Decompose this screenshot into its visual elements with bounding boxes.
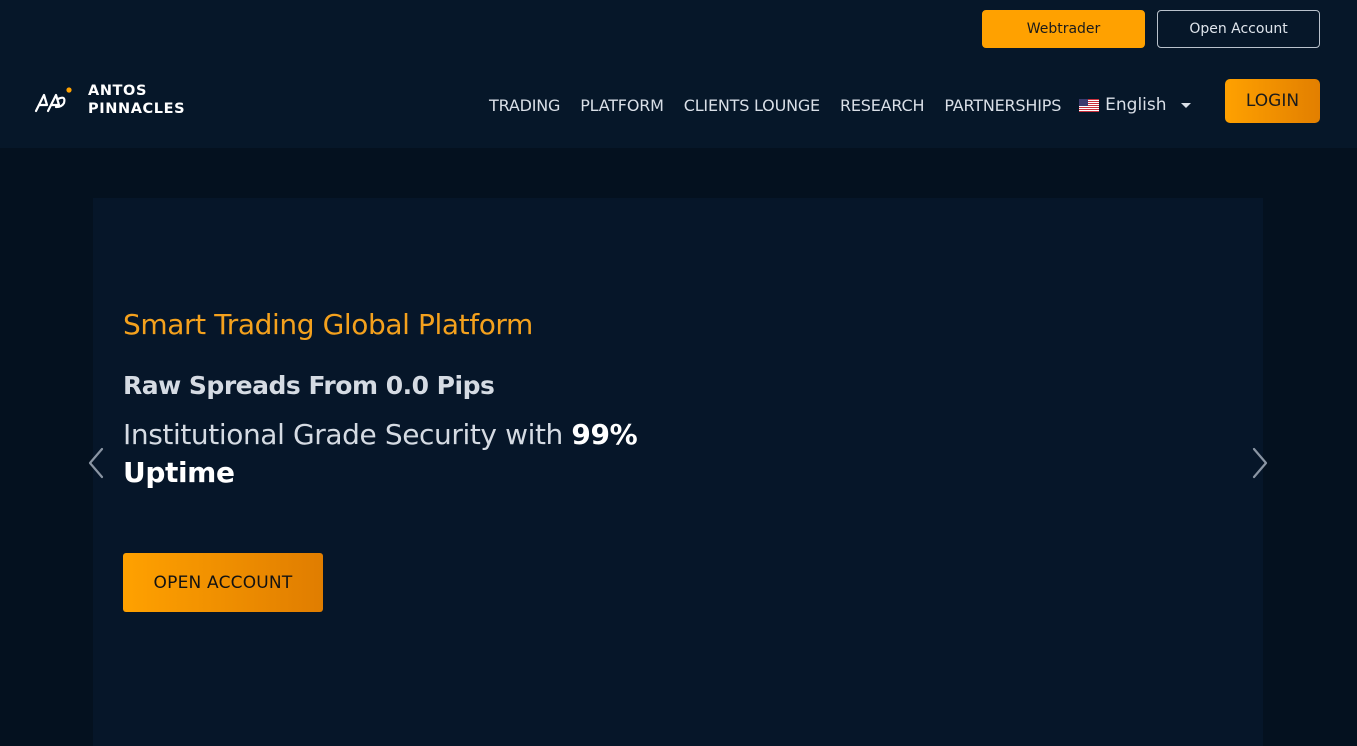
chevron-right-icon[interactable] bbox=[1248, 445, 1272, 481]
hero-title: Smart Trading Global Platform bbox=[123, 308, 533, 341]
nav-research[interactable]: RESEARCH bbox=[840, 96, 925, 115]
nav-platform[interactable]: PLATFORM bbox=[580, 96, 664, 115]
chevron-down-icon bbox=[1180, 102, 1191, 108]
language-selector[interactable]: English bbox=[1079, 95, 1191, 115]
logo-mark-icon bbox=[34, 87, 72, 113]
site-header: Webtrader Open Account ANTOS PINNACLES T… bbox=[0, 0, 1357, 148]
logo-text: ANTOS PINNACLES bbox=[88, 82, 185, 118]
language-label: English bbox=[1105, 95, 1167, 115]
logo-line-2: PINNACLES bbox=[88, 101, 186, 117]
webtrader-button[interactable]: Webtrader bbox=[982, 10, 1145, 48]
nav-trading[interactable]: TRADING bbox=[489, 96, 560, 115]
hero-security-text: Institutional Grade Security with 99% Up… bbox=[123, 416, 643, 492]
logo[interactable]: ANTOS PINNACLES bbox=[34, 82, 185, 118]
open-account-hero-button[interactable]: OPEN ACCOUNT bbox=[123, 553, 323, 612]
hero-security-plain: Institutional Grade Security with bbox=[123, 418, 572, 451]
chevron-left-icon[interactable] bbox=[84, 445, 108, 481]
open-account-top-button[interactable]: Open Account bbox=[1157, 10, 1320, 48]
us-flag-icon bbox=[1079, 98, 1100, 112]
logo-line-1: ANTOS bbox=[88, 83, 148, 99]
nav-clients-lounge[interactable]: CLIENTS LOUNGE bbox=[684, 96, 820, 115]
nav-partnerships[interactable]: PARTNERSHIPS bbox=[944, 96, 1061, 115]
main-nav: TRADING PLATFORM CLIENTS LOUNGE RESEARCH… bbox=[489, 88, 1191, 122]
hero-subtitle: Raw Spreads From 0.0 Pips bbox=[123, 371, 495, 400]
login-button[interactable]: LOGIN bbox=[1225, 79, 1320, 123]
